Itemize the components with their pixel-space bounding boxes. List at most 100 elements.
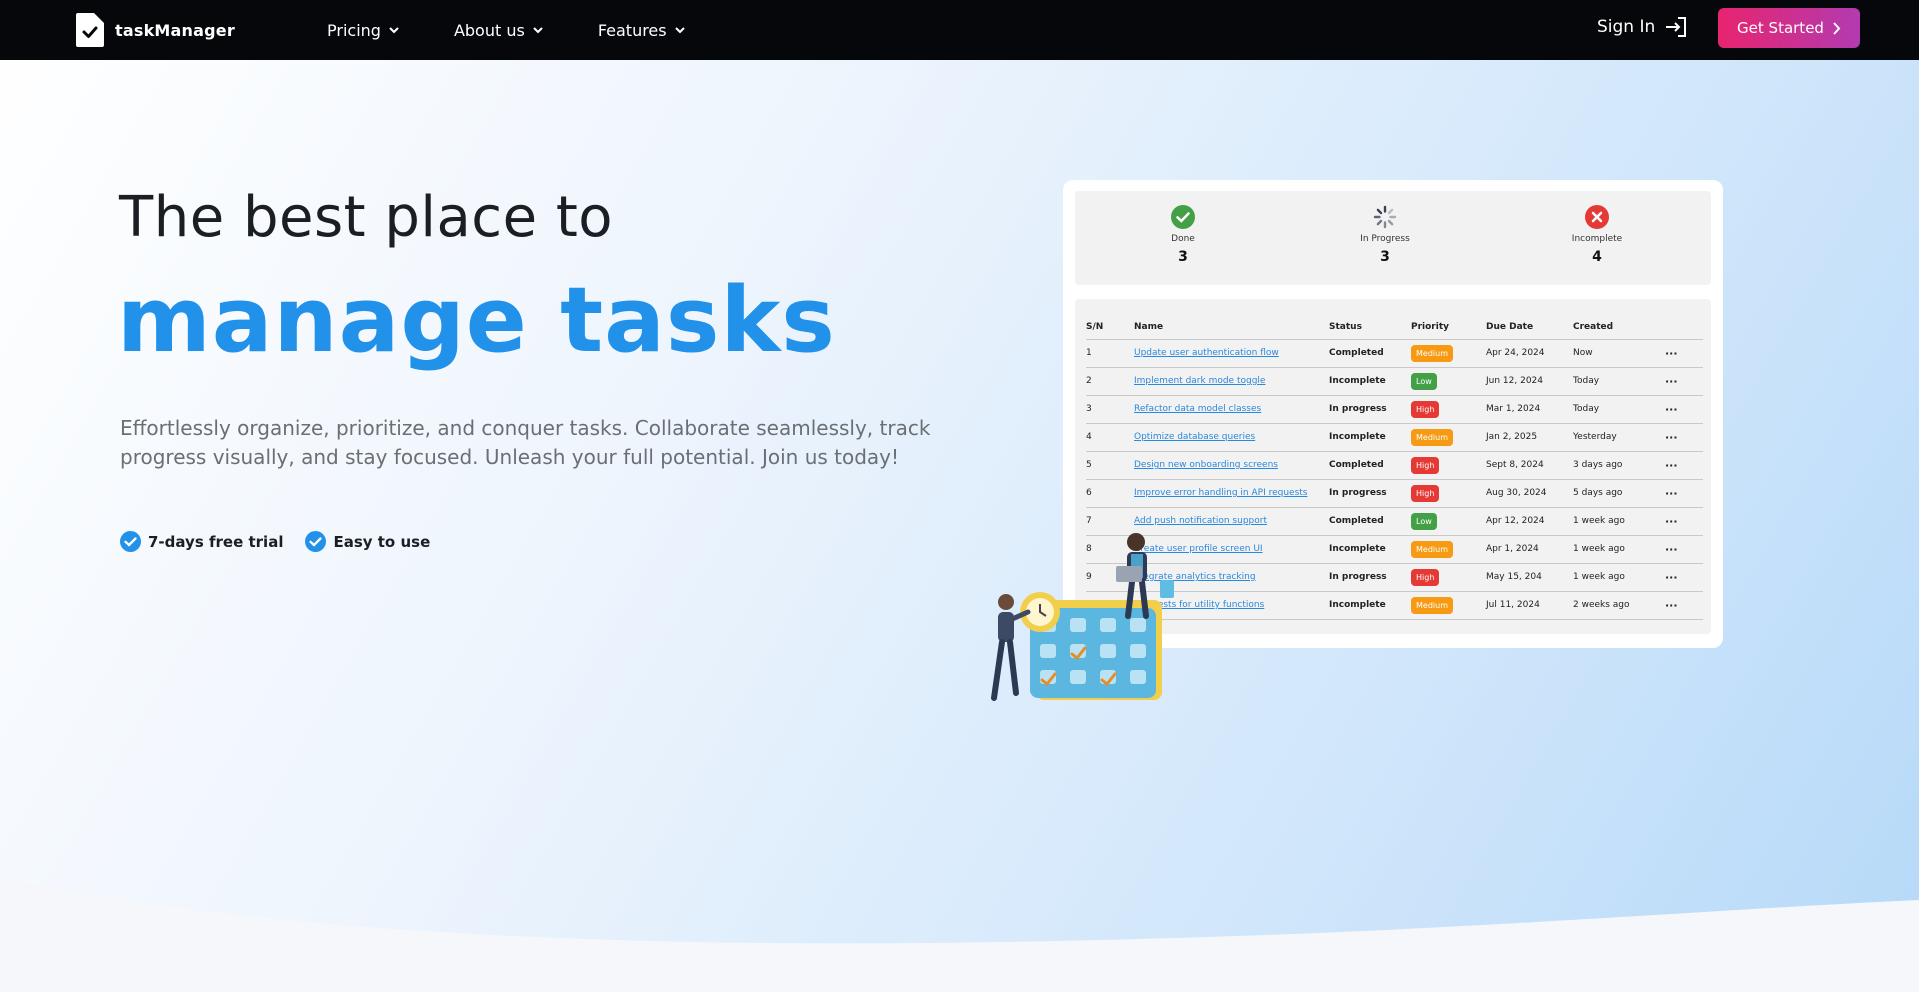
cell-status: Incomplete [1329,367,1411,396]
cell-actions: ··· [1665,423,1703,452]
get-started-button[interactable]: Get Started [1718,8,1860,48]
cell-actions: ··· [1665,535,1703,564]
check-badge-icon [120,531,141,552]
more-actions-icon[interactable]: ··· [1665,543,1678,556]
cell-sn: 6 [1086,479,1134,508]
column-header: Priority [1411,315,1486,340]
nav-item-pricing[interactable]: Pricing [327,21,400,40]
priority-badge: High [1411,568,1440,586]
nav-item-features[interactable]: Features [598,21,686,40]
cell-due-date: Apr 1, 2024 [1486,535,1573,564]
cell-created: 5 days ago [1573,479,1665,508]
cell-created: 1 week ago [1573,563,1665,592]
column-header: Name [1134,315,1329,340]
task-link[interactable]: Improve error handling in API requests [1134,488,1308,498]
stat-label: Incomplete [1571,234,1623,244]
more-actions-icon[interactable]: ··· [1665,487,1678,500]
priority-badge: Medium [1411,596,1453,614]
cell-actions: ··· [1665,591,1703,620]
nav-item-label: Features [597,20,667,40]
cell-due-date: Sept 8, 2024 [1486,451,1573,480]
nav-item-label: Pricing [327,20,381,40]
stat-value: 3 [1380,249,1390,265]
cell-status: Completed [1329,451,1411,480]
stat-in-progress: In Progress 3 [1325,205,1445,265]
column-header: S/N [1086,315,1134,340]
cell-created: Yesterday [1573,423,1665,452]
cell-sn: 2 [1086,367,1134,396]
cell-priority: Medium [1411,339,1486,368]
cell-actions: ··· [1665,563,1703,592]
cell-name: Refactor data model classes [1134,395,1329,424]
cell-due-date: Jan 2, 2025 [1486,423,1573,452]
cell-sn: 4 [1086,423,1134,452]
check-circle-icon [1171,205,1195,229]
table-row: 3 Refactor data model classes In progress H… [1086,395,1703,424]
cell-name: Design new onboarding screens [1134,451,1329,480]
cell-priority: Medium [1411,591,1486,620]
cell-priority: High [1411,451,1486,480]
stat-value: 4 [1592,249,1602,265]
brand-name: taskManager [115,20,235,40]
sign-in-link[interactable]: Sign In [1597,17,1687,37]
priority-badge: Medium [1411,344,1453,362]
cell-status: In progress [1329,395,1411,424]
cell-sn: 5 [1086,451,1134,480]
cell-actions: ··· [1665,507,1703,536]
priority-badge: Medium [1411,428,1453,446]
hero-title-line2: manage tasks [117,268,836,373]
more-actions-icon[interactable]: ··· [1665,431,1678,444]
table-row: 4 Optimize database queries Incomplete Medi… [1086,423,1703,452]
task-link[interactable]: Implement dark mode toggle [1134,376,1265,386]
table-row: 5 Design new onboarding screens Completed H… [1086,451,1703,480]
more-actions-icon[interactable]: ··· [1665,571,1678,584]
calendar-people-illustration [991,533,1174,701]
stats-panel: Done 3 In Progress 3 Incomplete 4 [1075,191,1711,285]
more-actions-icon[interactable]: ··· [1665,459,1678,472]
cell-priority: Low [1411,367,1486,396]
cell-name: Optimize database queries [1134,423,1329,452]
cell-due-date: Aug 30, 2024 [1486,479,1573,508]
top-navbar: taskManager Pricing About us Features Si… [0,0,1919,60]
hero-title-line1: The best place to [119,185,614,250]
cell-due-date: Apr 24, 2024 [1486,339,1573,368]
cell-name: Implement dark mode toggle [1134,367,1329,396]
cell-sn: 3 [1086,395,1134,424]
task-link[interactable]: Refactor data model classes [1134,404,1261,414]
task-link[interactable]: Add push notification support [1134,516,1267,526]
sign-in-label: Sign In [1597,17,1656,37]
brand-logo[interactable]: taskManager [76,13,235,47]
nav-item-about[interactable]: About us [454,21,544,40]
task-link[interactable]: Design new onboarding screens [1134,460,1278,470]
more-actions-icon[interactable]: ··· [1665,599,1678,612]
task-link[interactable]: Update user authentication flow [1134,348,1279,358]
more-actions-icon[interactable]: ··· [1665,375,1678,388]
more-actions-icon[interactable]: ··· [1665,347,1678,360]
more-actions-icon[interactable]: ··· [1665,403,1678,416]
get-started-label: Get Started [1737,19,1824,37]
cell-priority: Medium [1411,423,1486,452]
cell-status: Incomplete [1329,591,1411,620]
stat-incomplete: Incomplete 4 [1537,205,1657,265]
priority-badge: Medium [1411,540,1453,558]
sign-in-icon [1666,17,1687,37]
cell-created: 1 week ago [1573,507,1665,536]
feature-label: 7-days free trial [148,532,284,551]
cell-due-date: Apr 12, 2024 [1486,507,1573,536]
feature-item: 7-days free trial [120,531,283,552]
cell-priority: Medium [1411,535,1486,564]
cell-priority: High [1411,479,1486,508]
feature-label: Easy to use [333,532,431,551]
spinner-icon [1373,205,1397,229]
cell-priority: High [1411,395,1486,424]
cell-priority: High [1411,563,1486,592]
priority-badge: High [1411,484,1440,502]
cell-actions: ··· [1665,339,1703,368]
task-link[interactable]: Optimize database queries [1134,432,1255,442]
stat-done: Done 3 [1123,205,1243,265]
more-actions-icon[interactable]: ··· [1665,515,1678,528]
cell-due-date: Jul 11, 2024 [1486,591,1573,620]
cell-priority: Low [1411,507,1486,536]
cell-actions: ··· [1665,367,1703,396]
column-header: Status [1329,315,1411,340]
